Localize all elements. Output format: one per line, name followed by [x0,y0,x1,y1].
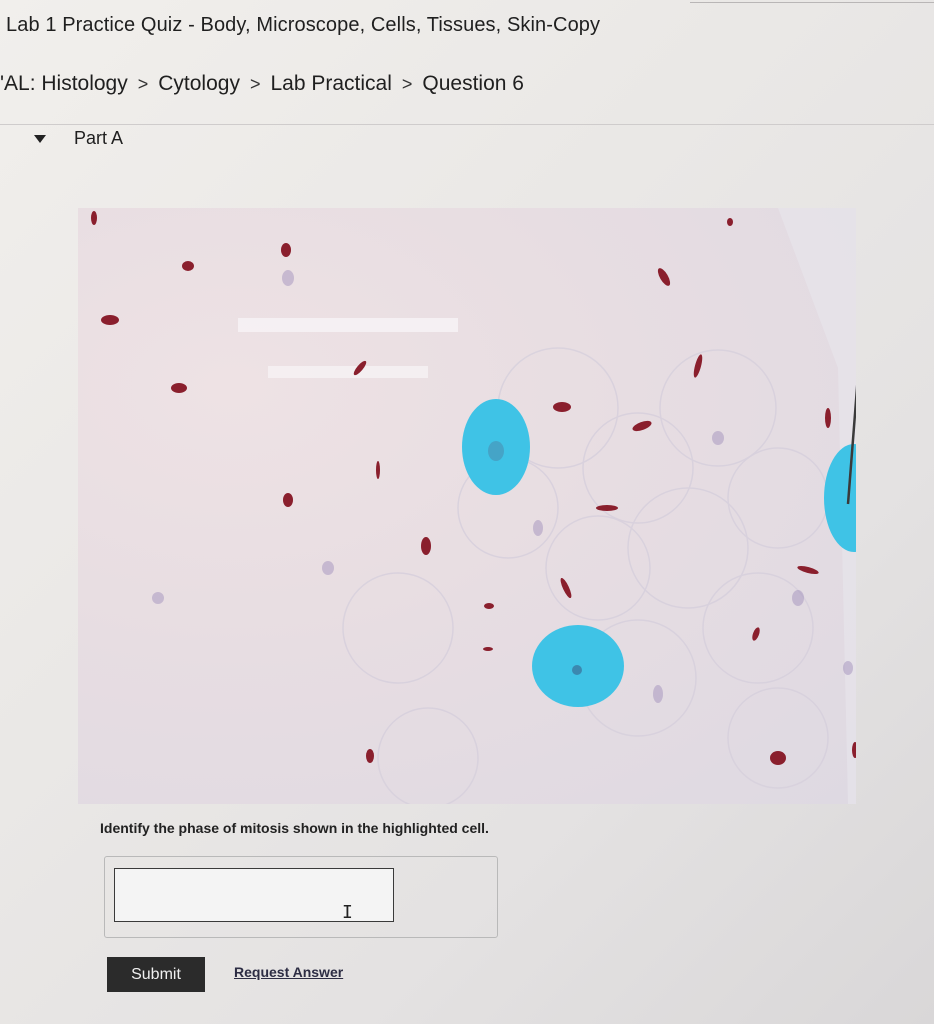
submit-button[interactable]: Submit [107,957,205,992]
request-answer-link[interactable]: Request Answer [234,964,343,980]
text-cursor-icon: I [342,902,353,923]
quiz-title: Lab 1 Practice Quiz - Body, Microscope, … [6,14,601,36]
part-label: Part A [74,128,124,148]
micrograph-drawing [91,208,856,804]
breadcrumb-item-lab-practical[interactable]: Lab Practical [270,72,391,96]
micrograph-image [78,208,856,804]
breadcrumb-item-cytology[interactable]: Cytology [158,72,240,96]
breadcrumb-separator: > [401,73,413,94]
question-prompt: Identify the phase of mitosis shown in t… [100,820,489,836]
breadcrumb-separator: > [249,73,261,94]
breadcrumb: 'AL: Histology > Cytology > Lab Practica… [0,72,524,96]
breadcrumb-item-course[interactable]: 'AL: Histology [0,72,128,96]
section-divider [0,124,934,125]
collapse-triangle-icon [34,134,46,143]
breadcrumb-separator: > [137,73,149,94]
breadcrumb-item-question: Question 6 [422,72,524,95]
window-top-edge [690,2,934,3]
part-a-toggle[interactable]: Part A [34,128,123,149]
